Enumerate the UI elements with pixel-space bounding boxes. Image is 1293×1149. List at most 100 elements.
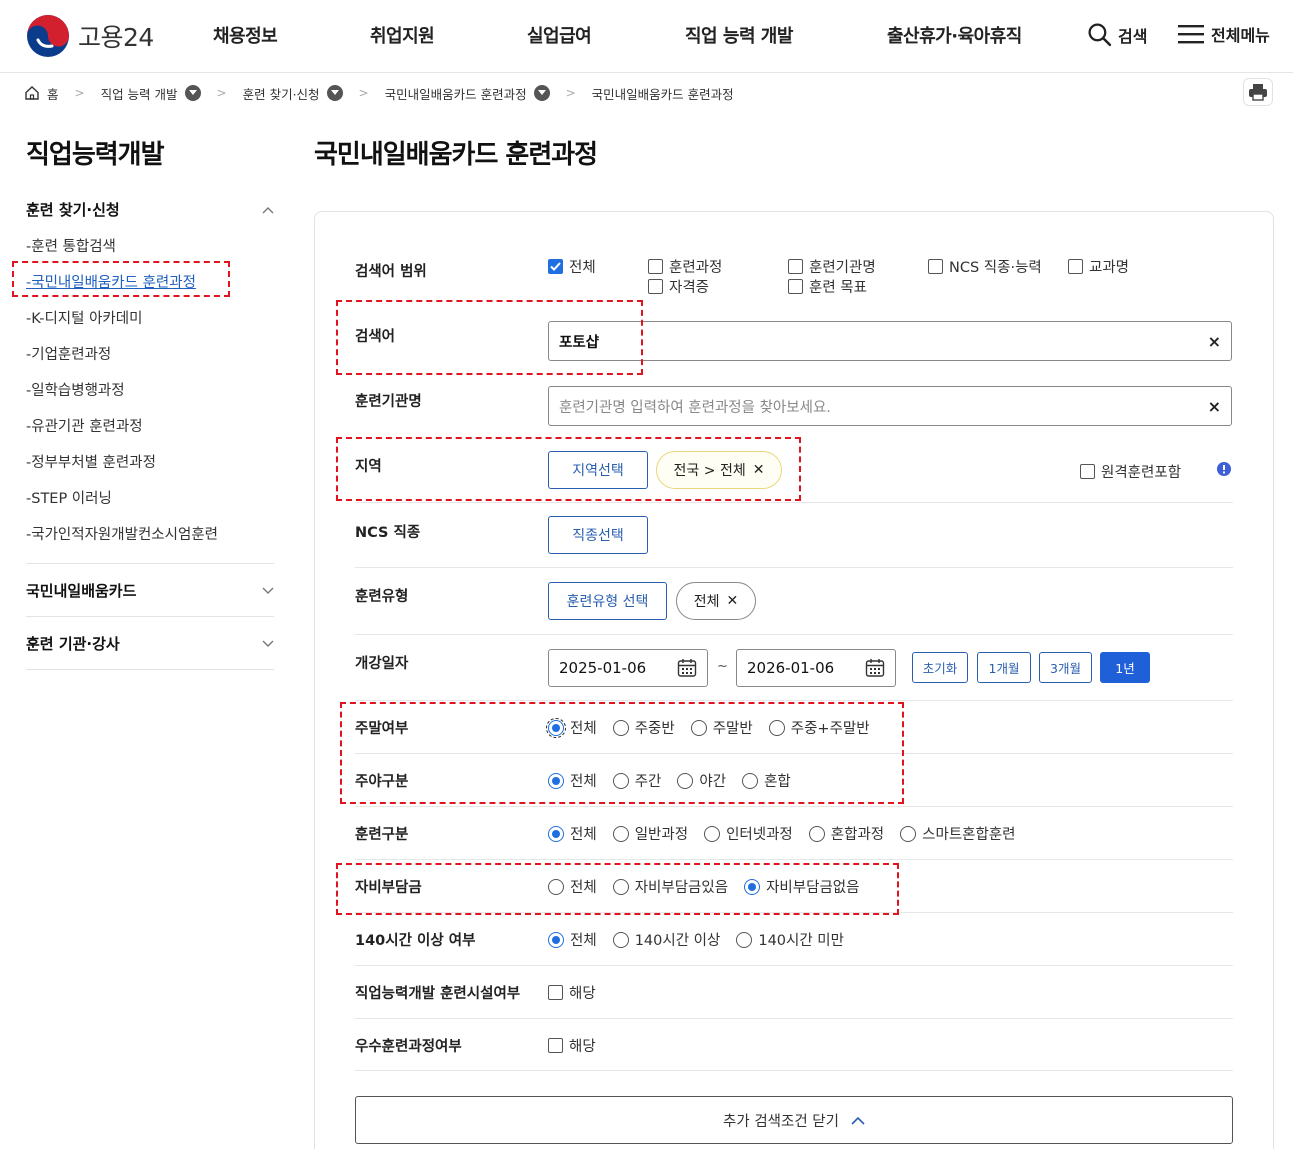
institute-input[interactable]: 훈련기관명 입력하여 훈련과정을 찾아보세요. × (548, 386, 1232, 426)
checkbox-icon (648, 279, 663, 294)
training-type-select-button[interactable]: 훈련유형 선택 (548, 582, 667, 620)
scope-all-checkbox[interactable]: 전체 (548, 256, 596, 277)
hours-all-radio[interactable]: 전체 (548, 929, 597, 950)
scope-certificate-checkbox[interactable]: 자격증 (648, 276, 709, 297)
search-button[interactable]: 검색 (1087, 22, 1147, 47)
period-1year-button[interactable]: 1년 (1100, 652, 1150, 683)
print-button[interactable] (1243, 78, 1273, 106)
radio-label: 주간 (634, 774, 662, 790)
ncs-select-button[interactable]: 직종선택 (548, 516, 648, 554)
calendar-icon[interactable] (677, 658, 697, 678)
weekend-weekend-radio[interactable]: 주말반 (690, 717, 753, 738)
radio-icon (612, 772, 629, 789)
clear-icon[interactable]: × (1208, 397, 1221, 416)
nav-parental-leave[interactable]: 출산휴가·육아휴직 (887, 22, 1022, 48)
excellent-checkbox[interactable]: 해당 (548, 1035, 596, 1056)
remote-training-checkbox[interactable]: 원격훈련포함 (1080, 461, 1181, 482)
sidebar-item-related-agency[interactable]: -유관기관 훈련과정 (26, 415, 143, 436)
scope-goal-checkbox[interactable]: 훈련 목표 (788, 276, 867, 297)
selfpay-yes-radio[interactable]: 자비부담금있음 (612, 876, 728, 897)
hours-over-radio[interactable]: 140시간 이상 (612, 929, 720, 950)
scope-institute-checkbox[interactable]: 훈련기관명 (788, 256, 876, 277)
sidebar-group-institute-instructor[interactable]: 훈련 기관·강사 (26, 633, 274, 654)
region-select-button[interactable]: 지역선택 (548, 451, 648, 489)
breadcrumb-item[interactable]: 직업 능력 개발 (101, 84, 201, 103)
end-date-input[interactable]: 2026-01-06 (736, 649, 896, 687)
divider (355, 1070, 1233, 1071)
sidebar-item-work-study[interactable]: -일학습병행과정 (26, 379, 125, 400)
start-date-input[interactable]: 2025-01-06 (548, 649, 708, 687)
checkbox-label: NCS 직종·능력 (949, 260, 1042, 276)
sidebar-item-k-digital[interactable]: -K-디지털 아카데미 (26, 307, 142, 328)
nav-unemployment-benefit[interactable]: 실업급여 (527, 22, 592, 48)
weekend-both-radio[interactable]: 주중+주말반 (768, 717, 870, 738)
scope-course-checkbox[interactable]: 훈련과정 (648, 256, 722, 277)
scope-ncs-checkbox[interactable]: NCS 직종·능력 (928, 256, 1042, 277)
close-more-conditions-button[interactable]: 추가 검색조건 닫기 (355, 1096, 1233, 1144)
hours-under-radio[interactable]: 140시간 미만 (736, 929, 844, 950)
category-general-radio[interactable]: 일반과정 (612, 823, 688, 844)
daynight-mixed-radio[interactable]: 혼합 (742, 770, 791, 791)
clear-icon[interactable]: × (1208, 332, 1221, 351)
selfpay-no-radio[interactable]: 자비부담금없음 (744, 876, 859, 897)
date-reset-button[interactable]: 초기화 (912, 652, 968, 683)
radio-icon (690, 719, 707, 736)
sidebar-item-label: 국가인적자원개발컨소시엄훈련 (31, 527, 218, 543)
sidebar-item-company-training[interactable]: -기업훈련과정 (26, 343, 111, 364)
calendar-icon[interactable] (865, 658, 885, 678)
category-all-radio[interactable]: 전체 (548, 823, 597, 844)
dropdown-icon[interactable] (326, 85, 343, 101)
daynight-all-radio[interactable]: 전체 (548, 770, 597, 791)
region-tag[interactable]: 전국 > 전체 ✕ (656, 451, 782, 489)
sidebar-item-integrated-search[interactable]: -훈련 통합검색 (26, 235, 116, 256)
radio-label: 전체 (570, 933, 597, 949)
sidebar-item-label: 정부부처별 훈련과정 (31, 455, 156, 471)
info-icon[interactable] (1217, 462, 1231, 476)
radio-icon (742, 772, 759, 789)
daynight-day-radio[interactable]: 주간 (612, 770, 662, 791)
nav-employment-support[interactable]: 취업지원 (370, 22, 435, 48)
sidebar-item-step-elearning[interactable]: -STEP 이러닝 (26, 487, 112, 508)
sidebar-group-tomorrow-card[interactable]: 국민내일배움카드 (26, 580, 274, 601)
breadcrumb-label: 훈련 찾기·신청 (242, 86, 320, 102)
category-blended-radio[interactable]: 혼합과정 (808, 823, 884, 844)
sidebar-group-find-training[interactable]: 훈련 찾기·신청 (26, 199, 274, 220)
sidebar-item-ministry[interactable]: -정부부처별 훈련과정 (26, 451, 156, 472)
breadcrumb-item[interactable]: 국민내일배움카드 훈련과정 (385, 84, 550, 103)
dropdown-icon[interactable] (533, 85, 550, 101)
weekend-all-radio[interactable]: 전체 (546, 717, 597, 738)
close-icon[interactable]: ✕ (727, 593, 739, 609)
nav-jobs[interactable]: 채용정보 (213, 22, 278, 48)
keyword-value: 포토샵 (559, 334, 600, 351)
facility-checkbox[interactable]: 해당 (548, 982, 596, 1003)
search-label: 검색 (1118, 26, 1148, 46)
logo[interactable]: 고용24 (26, 14, 154, 58)
training-type-tag[interactable]: 전체 ✕ (676, 582, 756, 620)
radio-label: 주중+주말반 (790, 721, 870, 737)
all-menu-button[interactable]: 전체메뉴 (1177, 22, 1270, 46)
selfpay-all-radio[interactable]: 전체 (548, 876, 597, 897)
hours-label: 140시간 이상 여부 (355, 933, 476, 949)
weekend-weekday-radio[interactable]: 주중반 (612, 717, 675, 738)
close-icon[interactable]: ✕ (753, 462, 765, 478)
scope-subject-checkbox[interactable]: 교과명 (1068, 256, 1129, 277)
period-3month-button[interactable]: 3개월 (1039, 652, 1092, 683)
category-internet-radio[interactable]: 인터넷과정 (704, 823, 793, 844)
sidebar-group-label: 훈련 기관·강사 (26, 635, 120, 653)
hamburger-icon (1178, 25, 1204, 44)
period-1month-button[interactable]: 1개월 (977, 652, 1031, 683)
breadcrumb-item[interactable]: 훈련 찾기·신청 (243, 84, 343, 103)
category-smart-radio[interactable]: 스마트혼합훈련 (900, 823, 1016, 844)
sidebar-item-tomorrow-card[interactable]: -국민내일배움카드 훈련과정 (26, 271, 196, 292)
checkbox-label: 교과명 (1089, 260, 1130, 276)
chevron-down-icon (262, 640, 274, 647)
divider (26, 669, 274, 670)
nav-vocational-training[interactable]: 직업 능력 개발 (685, 22, 793, 48)
breadcrumb-home[interactable]: 홈 (24, 84, 59, 103)
keyword-input[interactable]: 포토샵 × (548, 321, 1232, 361)
sidebar-item-label: K-디지털 아카데미 (31, 311, 143, 327)
keyword-label: 검색어 (355, 329, 396, 345)
dropdown-icon[interactable] (184, 85, 201, 101)
sidebar-item-consortium[interactable]: -국가인적자원개발컨소시엄훈련 (26, 523, 218, 544)
daynight-night-radio[interactable]: 야간 (677, 770, 726, 791)
